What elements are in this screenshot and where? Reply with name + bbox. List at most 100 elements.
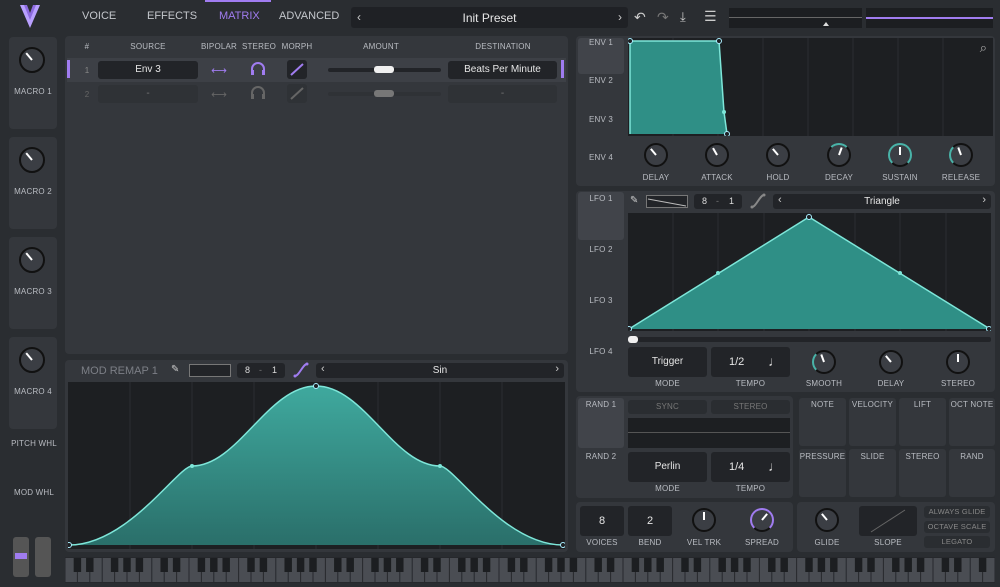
black-key[interactable] bbox=[334, 558, 342, 572]
black-key[interactable] bbox=[520, 558, 528, 572]
black-key[interactable] bbox=[693, 558, 702, 572]
env-sustain-knob[interactable] bbox=[888, 143, 912, 167]
lfo-phase-slider[interactable] bbox=[628, 336, 991, 343]
mod-source-note[interactable]: NOTE bbox=[799, 398, 846, 446]
chevron-right-icon[interactable]: › bbox=[618, 10, 622, 24]
black-key[interactable] bbox=[197, 558, 206, 572]
note-icon[interactable]: ♩ bbox=[768, 458, 782, 474]
glide-knob[interactable] bbox=[815, 508, 839, 532]
lfo-trigger-select[interactable]: Trigger bbox=[628, 347, 707, 377]
black-key[interactable] bbox=[296, 558, 305, 572]
bend-value[interactable]: 2 bbox=[628, 506, 672, 536]
mod-source-oct-note[interactable]: OCT NOTE bbox=[949, 398, 995, 446]
octave-scale-toggle[interactable]: OCTAVE SCALE bbox=[924, 521, 990, 533]
black-key[interactable] bbox=[557, 558, 565, 572]
black-key[interactable] bbox=[110, 558, 119, 572]
mod-source-pressure[interactable]: PRESSURE bbox=[799, 449, 846, 497]
mod-source-slide[interactable]: SLIDE bbox=[849, 449, 896, 497]
morph-icon[interactable] bbox=[287, 60, 307, 79]
env-decay-knob[interactable] bbox=[827, 143, 851, 167]
rand-style-select[interactable]: Perlin bbox=[628, 452, 707, 482]
env-hold-knob[interactable] bbox=[766, 143, 790, 167]
spread-knob[interactable] bbox=[750, 508, 774, 532]
row-2-amount-handle[interactable] bbox=[374, 90, 394, 97]
remap-graph[interactable] bbox=[68, 382, 565, 549]
black-key[interactable] bbox=[396, 558, 404, 572]
chevron-right-icon[interactable]: › bbox=[555, 363, 559, 375]
macro-1-knob[interactable] bbox=[19, 47, 45, 73]
macro-3-knob[interactable] bbox=[19, 247, 45, 273]
black-key[interactable] bbox=[817, 558, 826, 572]
black-key[interactable] bbox=[718, 558, 726, 572]
macro-2-knob[interactable] bbox=[19, 147, 45, 173]
rand-tempo-select[interactable]: 1/4 ♩ bbox=[711, 452, 790, 482]
black-key[interactable] bbox=[916, 558, 925, 572]
black-key[interactable] bbox=[768, 558, 776, 572]
black-key[interactable] bbox=[867, 558, 875, 572]
note-icon[interactable]: ♩ bbox=[768, 353, 782, 369]
black-key[interactable] bbox=[805, 558, 813, 572]
black-key[interactable] bbox=[507, 558, 516, 572]
tab-lfo-2[interactable]: LFO 2 bbox=[576, 245, 626, 254]
lfo-smooth-knob[interactable] bbox=[812, 350, 836, 374]
env-release-knob[interactable] bbox=[949, 143, 973, 167]
black-key[interactable] bbox=[730, 558, 739, 572]
mod-wheel[interactable] bbox=[35, 537, 51, 577]
row-2-destination[interactable]: - bbox=[448, 85, 557, 103]
black-key[interactable] bbox=[135, 558, 144, 572]
black-key[interactable] bbox=[371, 558, 379, 572]
black-key[interactable] bbox=[458, 558, 466, 572]
curve-icon[interactable] bbox=[750, 193, 766, 209]
save-icon[interactable]: ⤓ bbox=[680, 9, 686, 25]
black-key[interactable] bbox=[544, 558, 553, 572]
tab-rand-2[interactable]: RAND 2 bbox=[576, 452, 626, 461]
bipolar-icon-row-2[interactable]: ⟷ bbox=[208, 88, 230, 101]
black-key[interactable] bbox=[569, 558, 578, 572]
tab-env-3[interactable]: ENV 3 bbox=[576, 115, 626, 124]
lfo-shape-selector[interactable]: ‹ Triangle › bbox=[773, 194, 991, 209]
row-2-amount-slider[interactable] bbox=[328, 90, 441, 97]
lfo-tempo-select[interactable]: 1/2 ♩ bbox=[711, 347, 790, 377]
black-key[interactable] bbox=[247, 558, 255, 572]
black-key[interactable] bbox=[346, 558, 354, 572]
black-key[interactable] bbox=[210, 558, 218, 572]
black-key[interactable] bbox=[86, 558, 94, 572]
black-key[interactable] bbox=[978, 558, 987, 572]
black-key[interactable] bbox=[433, 558, 441, 572]
black-key[interactable] bbox=[892, 558, 900, 572]
tab-env-4[interactable]: ENV 4 bbox=[576, 153, 626, 162]
tab-lfo-4[interactable]: LFO 4 bbox=[576, 347, 626, 356]
black-key[interactable] bbox=[904, 558, 912, 572]
keyboard[interactable] bbox=[65, 557, 995, 583]
macro-4-knob[interactable] bbox=[19, 347, 45, 373]
row-2-source[interactable]: - bbox=[98, 85, 198, 103]
mod-source-velocity[interactable]: VELOCITY bbox=[849, 398, 896, 446]
black-key[interactable] bbox=[954, 558, 962, 572]
lfo-delay-knob[interactable] bbox=[879, 350, 903, 374]
black-key[interactable] bbox=[606, 558, 615, 572]
menu-icon[interactable]: ☰ bbox=[704, 8, 717, 25]
remap-shape-preview[interactable] bbox=[189, 364, 231, 377]
black-key[interactable] bbox=[309, 558, 317, 572]
tab-env-1[interactable]: ENV 1 bbox=[576, 38, 626, 47]
black-key[interactable] bbox=[780, 558, 788, 572]
env-attack-knob[interactable] bbox=[705, 143, 729, 167]
black-key[interactable] bbox=[941, 558, 950, 572]
black-key[interactable] bbox=[594, 558, 602, 572]
row-1-source[interactable]: Env 3 bbox=[98, 61, 198, 79]
zoom-icon[interactable]: ⌕ bbox=[980, 40, 987, 56]
rand-sync-toggle[interactable]: SYNC bbox=[628, 400, 707, 414]
piano-keys[interactable] bbox=[65, 557, 995, 583]
pencil-icon[interactable]: ✎ bbox=[630, 195, 644, 209]
lfo-grid-selector[interactable]: 8 - 1 bbox=[694, 194, 742, 209]
black-key[interactable] bbox=[123, 558, 131, 572]
vel-trk-knob[interactable] bbox=[692, 508, 716, 532]
env-graph[interactable]: ⌕ bbox=[628, 38, 993, 136]
volume-meter[interactable] bbox=[866, 8, 993, 28]
remap-grid-selector[interactable]: 8 - 1 bbox=[237, 363, 285, 378]
mod-source-rand[interactable]: RAND bbox=[949, 449, 995, 497]
black-key[interactable] bbox=[854, 558, 863, 572]
curve-icon[interactable] bbox=[293, 362, 309, 378]
always-glide-toggle[interactable]: ALWAYS GLIDE bbox=[924, 506, 990, 518]
black-key[interactable] bbox=[644, 558, 652, 572]
